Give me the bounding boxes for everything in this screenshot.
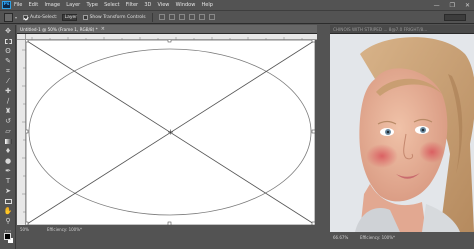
show-transform-label: Show Transform Controls: [89, 14, 146, 20]
vertical-ruler[interactable]: [17, 40, 26, 225]
minimize-icon[interactable]: —: [434, 2, 440, 9]
align-bottom-icon[interactable]: [178, 14, 185, 20]
align-buttons: [158, 14, 215, 20]
blur-icon[interactable]: ♦: [3, 147, 13, 155]
zoom-level[interactable]: 50%: [17, 227, 47, 232]
chevron-down-icon[interactable]: ▾: [15, 15, 17, 20]
eraser-icon[interactable]: ▱: [3, 127, 13, 135]
auto-select-target-select[interactable]: Layer: [61, 13, 77, 21]
document-tab[interactable]: CHINOIS WITH STRIPED ... 8@7.0 FRIGHT/8.…: [330, 25, 474, 34]
foreground-color-swatch[interactable]: [4, 233, 11, 240]
toolbox: ✥ ʘ ✎ ⌗ ⁄ ✚ ∕ ♜ ↺ ▱ ♦ ● ✒ T ➤ ✋ ⚲ ⋯: [0, 25, 16, 249]
document-tab[interactable]: Untitled-1 @ 50% (Frame 1, RGB/8) * ×: [17, 25, 317, 34]
close-window-icon[interactable]: ✕: [465, 2, 470, 9]
menu-file[interactable]: File: [14, 2, 22, 8]
menu-view[interactable]: View: [158, 2, 170, 8]
path-select-icon[interactable]: ➤: [3, 187, 13, 195]
document-tab-title: Untitled-1 @ 50% (Frame 1, RGB/8) *: [20, 26, 98, 32]
efficiency-info[interactable]: Efficiency: 100%*: [47, 227, 82, 232]
portrait-photo[interactable]: [330, 34, 474, 232]
eyedropper-icon[interactable]: ⁄: [3, 77, 13, 85]
move-icon[interactable]: ✥: [3, 27, 13, 35]
align-top-icon[interactable]: [158, 14, 165, 20]
type-icon[interactable]: T: [3, 177, 13, 185]
girl-portrait-image: [330, 34, 474, 232]
frame-placeholder[interactable]: [26, 40, 315, 225]
menu-edit[interactable]: Edit: [29, 2, 39, 8]
window-controls: — ❐ ✕: [434, 0, 470, 10]
history-brush-icon[interactable]: ↺: [3, 117, 13, 125]
status-bar: 66.67% Efficiency: 100%*: [330, 233, 474, 241]
healing-icon[interactable]: ✚: [3, 87, 13, 95]
menu-filter[interactable]: Filter: [126, 2, 138, 8]
menu-type[interactable]: Type: [86, 2, 97, 8]
document-tab-title: CHINOIS WITH STRIPED ... 8@7.0 FRIGHT/8.…: [333, 26, 428, 32]
clone-stamp-icon[interactable]: ♜: [3, 107, 13, 115]
brush-icon[interactable]: ∕: [3, 97, 13, 105]
quick-select-icon[interactable]: ✎: [3, 57, 13, 65]
align-middle-icon[interactable]: [168, 14, 175, 20]
menu-layer[interactable]: Layer: [66, 2, 80, 8]
lasso-icon[interactable]: ʘ: [3, 47, 13, 55]
menu-3d[interactable]: 3D: [144, 2, 151, 8]
photoshop-logo-icon[interactable]: Ps: [2, 1, 11, 9]
align-right-icon[interactable]: [208, 14, 215, 20]
options-bar: ▾ Auto-Select: Layer Show Transform Cont…: [0, 10, 474, 24]
zoom-level[interactable]: 66.67%: [330, 235, 360, 240]
menu-image[interactable]: Image: [44, 2, 60, 8]
auto-select-label: Auto-Select:: [30, 14, 58, 20]
document-window-photo: CHINOIS WITH STRIPED ... 8@7.0 FRIGHT/8.…: [330, 25, 474, 241]
gradient-icon[interactable]: [3, 137, 13, 145]
zoom-icon[interactable]: ⚲: [3, 217, 13, 225]
hand-icon[interactable]: ✋: [3, 207, 13, 215]
pen-icon[interactable]: ✒: [3, 167, 13, 175]
document-window-untitled: Untitled-1 @ 50% (Frame 1, RGB/8) * × 50…: [17, 25, 317, 233]
document-canvas[interactable]: [26, 40, 315, 225]
dodge-icon[interactable]: ●: [3, 157, 13, 165]
status-bar: 50% Efficiency: 100%*: [17, 225, 317, 233]
efficiency-info[interactable]: Efficiency: 100%*: [360, 235, 395, 240]
separator: [151, 12, 153, 22]
show-transform-checkbox[interactable]: [82, 14, 88, 20]
menu-window[interactable]: Window: [176, 2, 196, 8]
close-tab-icon[interactable]: ×: [101, 26, 105, 32]
menu-select[interactable]: Select: [104, 2, 119, 8]
restore-icon[interactable]: ❐: [450, 2, 455, 9]
crop-icon[interactable]: ⌗: [3, 67, 13, 75]
workspace-switcher[interactable]: [444, 14, 466, 21]
menu-bar: Ps File Edit Image Layer Type Select Fil…: [0, 0, 474, 10]
align-center-icon[interactable]: [198, 14, 205, 20]
auto-select-checkbox[interactable]: [23, 14, 29, 20]
align-left-icon[interactable]: [188, 14, 195, 20]
tool-preset-icon[interactable]: [4, 12, 13, 22]
menu-help[interactable]: Help: [202, 2, 213, 8]
rectangle-icon[interactable]: [3, 197, 13, 205]
marquee-icon[interactable]: [3, 37, 13, 45]
